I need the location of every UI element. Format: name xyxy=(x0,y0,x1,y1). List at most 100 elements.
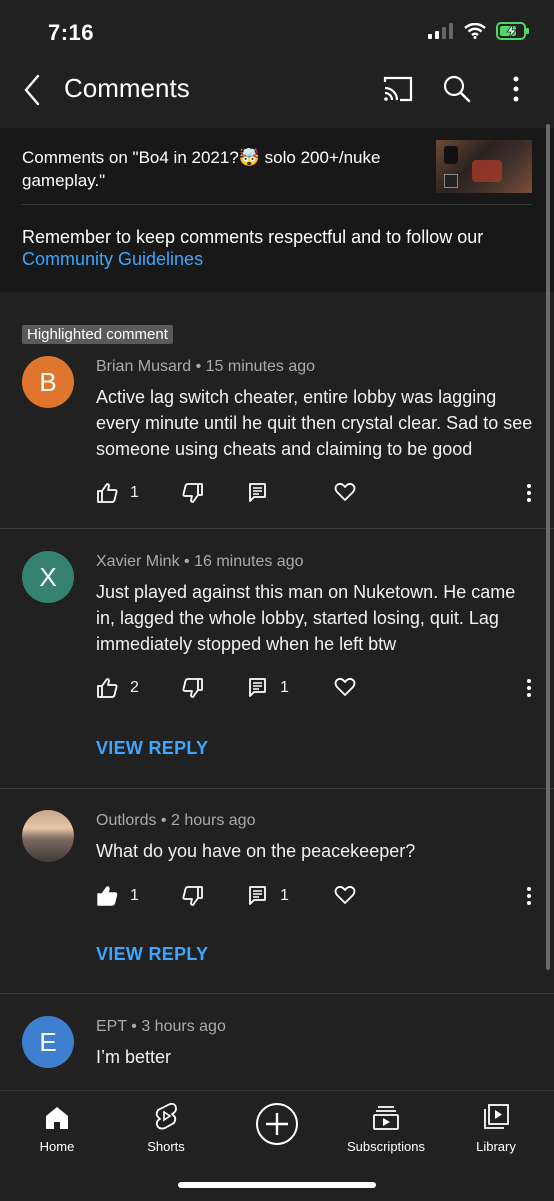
comment-actions: 1 1 xyxy=(0,885,554,915)
reply-count: 1 xyxy=(280,887,289,904)
reply-button[interactable]: 1 xyxy=(248,677,289,699)
like-count: 1 xyxy=(130,887,139,904)
reply-button[interactable]: 1 xyxy=(248,885,289,907)
wifi-icon xyxy=(464,23,486,39)
comment-actions: 2 1 xyxy=(0,677,554,707)
avatar-initial: X xyxy=(39,561,57,592)
heart-icon xyxy=(334,677,356,696)
avatar-initial: B xyxy=(39,366,57,397)
comment-time: 2 hours ago xyxy=(170,812,256,829)
view-reply-button[interactable]: VIEW REPLY xyxy=(96,738,208,759)
signal-icon xyxy=(428,23,453,39)
comment-meta: Outlords • 2 hours ago xyxy=(96,812,256,829)
video-title-emoji: 🤯 xyxy=(238,148,260,167)
like-count: 1 xyxy=(130,484,139,501)
nav-library[interactable]: Library xyxy=(446,1101,546,1154)
comment-time: 15 minutes ago xyxy=(205,358,316,375)
more-vert-icon xyxy=(527,679,531,697)
avatar[interactable] xyxy=(22,810,74,862)
subscriptions-icon xyxy=(373,1106,399,1130)
comment-text: I’m better xyxy=(96,1047,172,1067)
thumb-up-icon xyxy=(97,678,118,698)
comment-time: 16 minutes ago xyxy=(194,553,304,570)
search-icon[interactable] xyxy=(442,74,472,104)
divider xyxy=(0,993,554,994)
guidelines-reminder: Remember to keep comments respectful and… xyxy=(22,226,532,270)
create-icon xyxy=(256,1103,298,1145)
comment-author[interactable]: Outlords xyxy=(96,812,156,829)
reply-button[interactable] xyxy=(248,482,268,504)
thumb-down-icon xyxy=(182,886,203,906)
reply-icon xyxy=(249,678,266,697)
divider xyxy=(0,528,554,529)
comment-menu-button[interactable] xyxy=(522,885,536,907)
comment-meta: Brian Musard • 15 minutes ago xyxy=(96,358,316,375)
nav-shorts[interactable]: Shorts xyxy=(116,1101,216,1154)
reply-count: 1 xyxy=(280,679,289,696)
status-time: 7:16 xyxy=(48,20,95,45)
home-indicator[interactable] xyxy=(178,1182,376,1188)
like-button[interactable]: 1 xyxy=(96,885,139,907)
comment-menu-button[interactable] xyxy=(522,482,536,504)
dislike-button[interactable] xyxy=(182,885,204,907)
comment-menu-button[interactable] xyxy=(522,677,536,699)
comment-author[interactable]: Brian Musard xyxy=(96,358,191,375)
like-button[interactable]: 1 xyxy=(96,482,139,504)
community-guidelines-link[interactable]: Community Guidelines xyxy=(22,249,203,269)
nav-label: Home xyxy=(39,1139,75,1154)
comment-author[interactable]: EPT xyxy=(96,1018,127,1035)
more-vert-icon[interactable] xyxy=(504,74,528,104)
comment-meta: Xavier Mink • 16 minutes ago xyxy=(96,553,304,570)
reply-icon xyxy=(249,483,266,502)
video-thumbnail[interactable] xyxy=(436,140,532,193)
scrollbar[interactable] xyxy=(546,124,550,970)
comment-time: 3 hours ago xyxy=(141,1018,226,1035)
avatar[interactable]: X xyxy=(22,551,74,603)
nav-create[interactable] xyxy=(227,1101,327,1147)
creator-heart-button[interactable] xyxy=(334,677,356,697)
video-title-text: Comments on "Bo4 in 2021? xyxy=(22,148,239,167)
nav-subscriptions[interactable]: Subscriptions xyxy=(336,1101,436,1154)
comment-author[interactable]: Xavier Mink xyxy=(96,553,180,570)
reminder-text: Remember to keep comments respectful and… xyxy=(22,227,484,247)
thumb-down-icon xyxy=(182,678,203,698)
avatar[interactable]: B xyxy=(22,356,74,408)
thumb-up-filled-icon xyxy=(97,886,118,906)
comment-actions: 1 xyxy=(0,482,554,512)
battery-charging-icon xyxy=(496,22,529,40)
nav-label: Library xyxy=(476,1139,516,1154)
avatar-initial: E xyxy=(39,1026,57,1057)
comment-text: Active lag switch cheater, entire lobby … xyxy=(96,387,533,459)
home-icon xyxy=(46,1107,68,1129)
avatar[interactable]: E xyxy=(22,1016,74,1068)
nav-label: Subscriptions xyxy=(346,1139,426,1154)
page-title: Comments xyxy=(64,73,190,103)
status-bar: 7:16 xyxy=(0,0,554,60)
like-button[interactable]: 2 xyxy=(96,677,139,699)
video-title[interactable]: Comments on "Bo4 in 2021?🤯 solo 200+/nuk… xyxy=(22,146,422,192)
nav-home[interactable]: Home xyxy=(7,1101,107,1154)
comment-text: Just played against this man on Nuketown… xyxy=(96,582,516,654)
creator-heart-button[interactable] xyxy=(334,885,356,905)
dislike-button[interactable] xyxy=(182,677,204,699)
thumb-down-icon xyxy=(182,483,203,503)
creator-heart-button[interactable] xyxy=(334,482,356,502)
heart-icon xyxy=(334,482,356,501)
dislike-button[interactable] xyxy=(182,482,204,504)
thumb-up-icon xyxy=(97,483,118,503)
library-icon xyxy=(484,1104,509,1129)
view-reply-button[interactable]: VIEW REPLY xyxy=(96,944,208,965)
cast-icon[interactable] xyxy=(382,74,414,104)
like-count: 2 xyxy=(130,679,139,696)
shorts-icon xyxy=(155,1102,177,1130)
heart-icon xyxy=(334,885,356,904)
video-info-panel: Comments on "Bo4 in 2021?🤯 solo 200+/nuk… xyxy=(0,128,554,292)
more-vert-icon xyxy=(527,887,531,905)
comment-meta: EPT • 3 hours ago xyxy=(96,1018,226,1035)
status-icons xyxy=(428,22,530,40)
reply-icon xyxy=(249,886,266,905)
app-bar: Comments xyxy=(0,60,554,120)
divider xyxy=(0,788,554,789)
back-arrow-icon[interactable] xyxy=(18,72,50,108)
more-vert-icon xyxy=(527,484,531,502)
